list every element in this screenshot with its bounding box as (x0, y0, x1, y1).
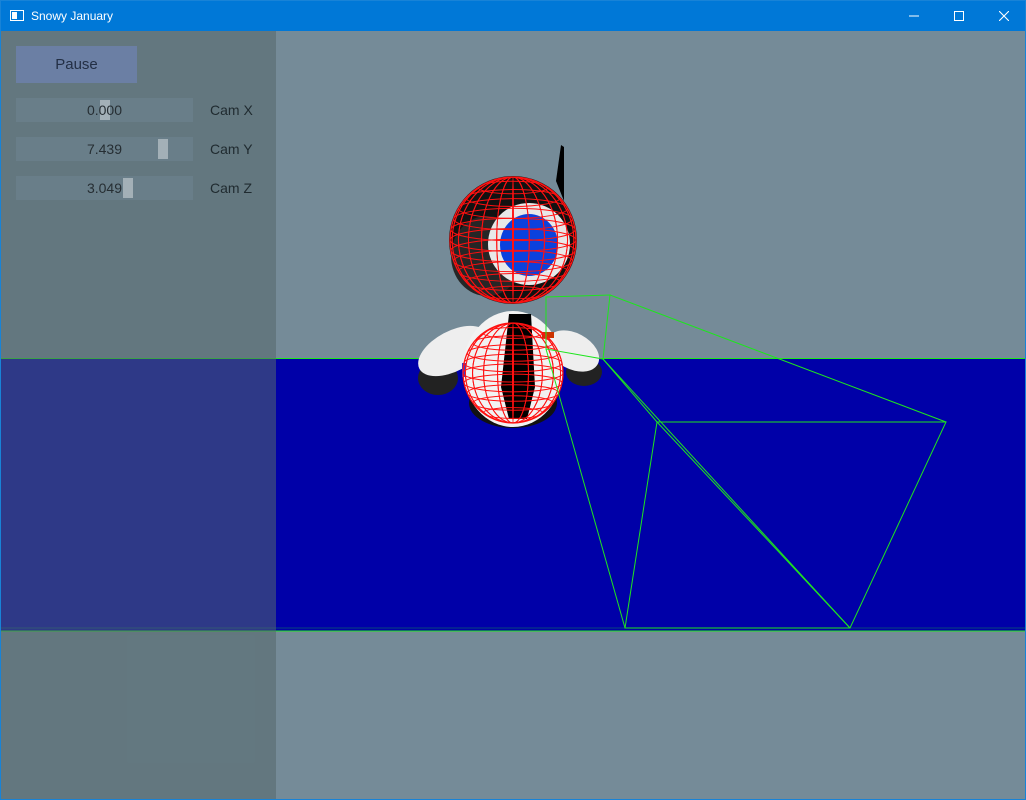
cam-y-slider[interactable]: 7.439 Cam Y (16, 137, 276, 162)
cam-z-slider[interactable]: 3.049 Cam Z (16, 176, 276, 201)
slider-value: 3.049 (86, 180, 123, 196)
pause-button[interactable]: Pause (16, 46, 137, 83)
maximize-button[interactable] (936, 1, 982, 31)
render-viewport[interactable]: Pause 0.000 Cam X 7.439 Cam Y 3.049 Cam … (1, 31, 1025, 799)
title-bar[interactable]: Snowy January (1, 1, 1025, 31)
window-title: Snowy January (31, 9, 114, 23)
slider-label: Cam X (210, 102, 253, 118)
close-button[interactable] (981, 1, 1025, 31)
control-panel: Pause 0.000 Cam X 7.439 Cam Y 3.049 Cam … (1, 31, 276, 799)
cam-x-slider[interactable]: 0.000 Cam X (16, 98, 276, 123)
app-window: Snowy January Pause 0.000 Cam X 7.439 Ca… (0, 0, 1026, 800)
slider-value: 7.439 (86, 141, 123, 157)
wireframe-longitude (512, 323, 514, 423)
maximize-icon (954, 11, 964, 21)
slider-label: Cam Z (210, 180, 252, 196)
wireframe-longitude (512, 177, 514, 303)
close-icon (999, 11, 1009, 21)
window-app-icon (10, 10, 24, 21)
head-wireframe (450, 177, 576, 303)
minimize-button[interactable] (891, 1, 937, 31)
slider-value: 0.000 (86, 102, 123, 118)
slider-label: Cam Y (210, 141, 253, 157)
minimize-icon (909, 15, 919, 17)
